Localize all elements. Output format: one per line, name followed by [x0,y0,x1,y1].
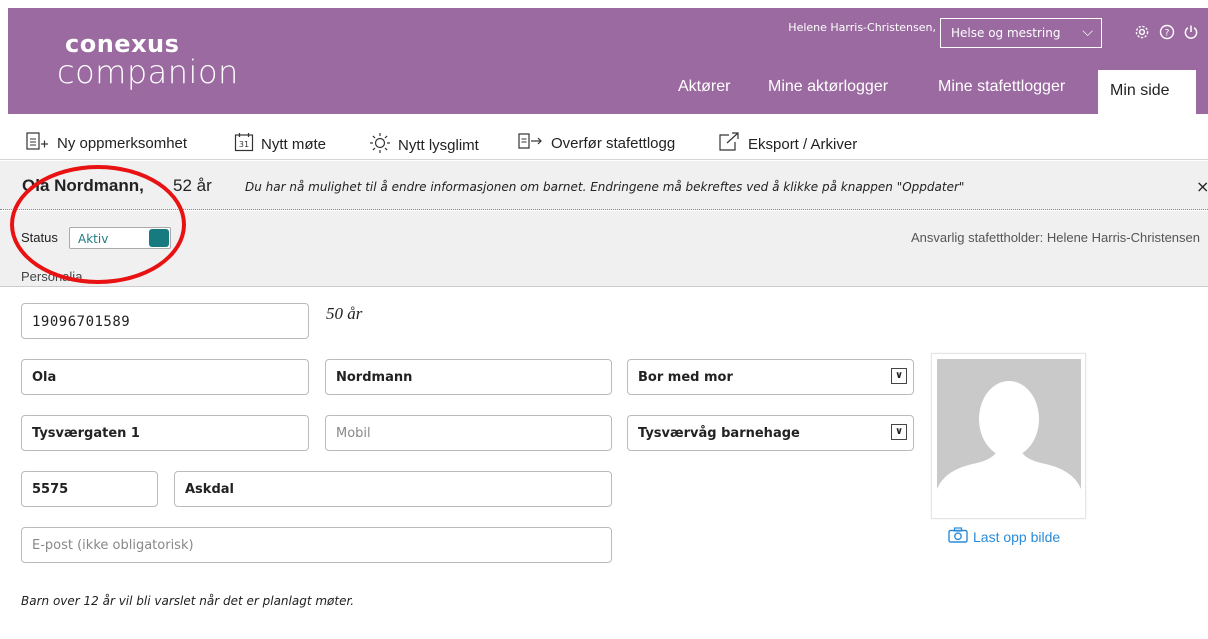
avatar [937,359,1081,513]
toggle-knob [149,229,169,247]
person-silhouette-icon [937,381,1081,513]
last-name-field[interactable]: Nordmann [325,359,612,395]
notification-footnote: Barn over 12 år vil bli varslet når det … [21,594,355,608]
responsible-holder: Ansvarlig stafettholder: Helene Harris-C… [910,230,1200,245]
new-attention-button[interactable]: Ny oppmerksomhet [26,132,187,155]
postal-code-field[interactable]: 5575 [21,471,158,507]
calendar-day: 31 [239,140,249,149]
child-name: Ola Nordmann, [22,176,144,195]
child-info-bar: Ola Nordmann, 52 år Du har nå mulighet t… [0,161,1208,210]
profile-photo [931,353,1086,519]
tab-aktorer[interactable]: Aktører [678,78,730,96]
ssn-field[interactable]: 19096701589 [21,303,309,339]
age-display: 50 år [326,304,363,323]
address-field[interactable]: Tysværgaten 1 [21,415,309,451]
upload-photo-link[interactable]: Last opp bilde [948,527,1060,546]
new-glimpse-button[interactable]: Nytt lysglimt [369,132,479,159]
calendar-icon: 31 [234,132,254,157]
role-select[interactable]: Helse og mestring ⌵ [940,18,1102,48]
kindergarten-select-value: Tysværvåg barnehage [638,426,800,441]
living-select-value: Bor med mor [638,370,733,385]
close-icon[interactable]: × [1196,177,1208,196]
first-name-field[interactable]: Ola [21,359,309,395]
tab-mine-stafettlogger[interactable]: Mine stafettlogger [938,78,1065,96]
section-personalia: Personalia [21,269,83,284]
role-select-value: Helse og mestring [951,26,1061,40]
mobile-field[interactable]: Mobil [325,415,612,451]
status-label: Status [21,230,58,245]
email-field[interactable]: E-post (ikke obligatorisk) [21,527,612,563]
new-glimpse-label: Nytt lysglimt [398,137,479,154]
svg-text:?: ? [1165,29,1170,39]
tab-min-side[interactable]: Min side [1098,70,1196,114]
transfer-icon [518,132,544,155]
status-value: Aktiv [78,232,109,246]
power-icon[interactable] [1182,24,1200,42]
new-attention-label: Ny oppmerksomhet [57,135,188,152]
gear-icon[interactable] [1133,24,1151,42]
username-label: Helene Harris-Christensen, [788,21,936,34]
transfer-log-button[interactable]: Overfør stafettlogg [518,132,675,155]
logo-companion: companion [57,53,239,91]
edit-info-message: Du har nå mulighet til å endre informasj… [245,180,965,194]
chevron-down-icon: ∨ [891,368,907,384]
kindergarten-select[interactable]: Tysværvåg barnehage ∨ [627,415,914,451]
help-icon[interactable]: ? [1158,24,1176,42]
export-archive-button[interactable]: Eksport / Arkiver [717,132,857,157]
action-toolbar: Ny oppmerksomhet 31 Nytt møte Nytt lysgl… [0,120,1208,160]
child-age: 52 år [173,176,212,195]
living-select[interactable]: Bor med mor ∨ [627,359,914,395]
transfer-log-label: Overfør stafettlogg [551,135,676,152]
tab-mine-aktorlogger[interactable]: Mine aktørlogger [768,78,888,96]
sun-icon [369,132,391,159]
new-document-icon [26,132,50,155]
external-link-icon [717,132,741,157]
new-meeting-button[interactable]: 31 Nytt møte [234,132,326,157]
status-area: Status Aktiv Ansvarlig stafettholder: He… [0,211,1208,287]
status-toggle[interactable]: Aktiv [69,227,171,249]
camera-icon [948,527,968,546]
chevron-down-icon: ∨ [891,424,907,440]
chevron-down-icon: ⌵ [1082,24,1093,40]
city-field[interactable]: Askdal [174,471,612,507]
upload-photo-label: Last opp bilde [973,528,1061,545]
export-archive-label: Eksport / Arkiver [748,136,858,153]
new-meeting-label: Nytt møte [261,136,327,153]
